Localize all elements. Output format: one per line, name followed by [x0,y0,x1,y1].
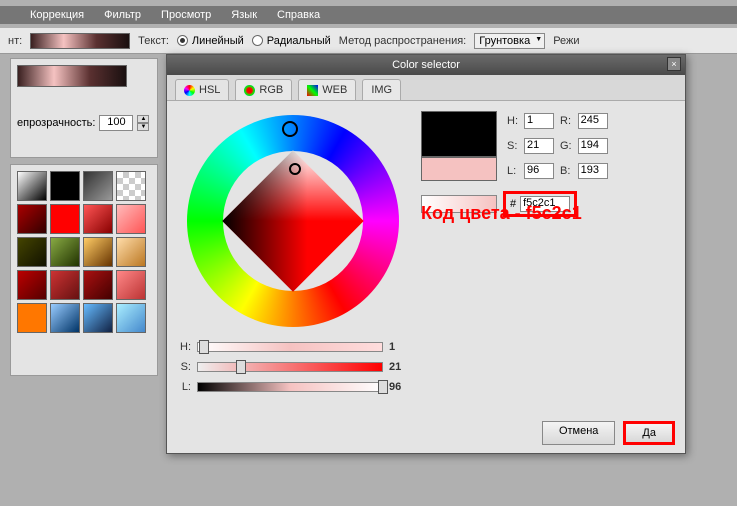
hue-marker[interactable] [282,121,298,137]
swatch[interactable] [116,303,146,333]
gradient-preview[interactable] [30,33,130,49]
radio-linear[interactable] [177,35,188,46]
swatch[interactable] [116,204,146,234]
b-field-label: B: [560,165,572,177]
swatch[interactable] [83,303,113,333]
regime-label: Режи [553,35,579,47]
toolbar: нт: Текст: Линейный Радиальный Метод рас… [0,28,737,54]
opacity-input[interactable]: 100 [99,115,133,131]
gradient-panel: епрозрачность: 100 ▲▼ [10,58,158,158]
swatch[interactable] [50,171,80,201]
color-selector-dialog: Color selector × HSL RGB WEB IMG H: 1 S:… [166,54,686,454]
s-field[interactable]: 21 [524,138,554,154]
web-grid-icon [307,85,318,96]
rgb-icon [244,85,255,96]
radio-radial-group[interactable]: Радиальный [252,35,331,47]
h-slider-label: H: [177,341,191,353]
h-field-label: H: [507,115,518,127]
opacity-label: епрозрачность: [17,117,95,129]
swatch[interactable] [17,204,47,234]
menu-bar: Коррекция Фильтр Просмотр Язык Справка [0,6,737,24]
swatch[interactable] [50,204,80,234]
swatch[interactable] [116,237,146,267]
swatch[interactable] [83,204,113,234]
gradient-strip[interactable] [17,65,127,87]
swatch[interactable] [83,237,113,267]
menu-filter[interactable]: Фильтр [104,9,141,21]
ok-button[interactable]: Да [623,421,675,445]
r-field-label: R: [560,115,572,127]
h-slider[interactable] [197,342,383,352]
method-dropdown[interactable]: Грунтовка [474,33,545,49]
sl-marker[interactable] [289,163,301,175]
old-color-preview[interactable] [421,111,497,157]
new-color-preview[interactable] [421,157,497,181]
h-slider-value: 1 [389,341,409,353]
swatch[interactable] [83,171,113,201]
toolbar-nt-label: нт: [8,35,22,47]
menu-help[interactable]: Справка [277,9,320,21]
swatch[interactable] [116,171,146,201]
swatch-panel [10,164,158,376]
s-slider[interactable] [197,362,383,372]
dialog-titlebar[interactable]: Color selector × [167,55,685,75]
close-icon[interactable]: × [667,57,681,71]
dialog-right-column: H:1 R:245 S:21 G:194 L:96 B:193 # f5c2c1… [421,111,675,401]
s-slider-value: 21 [389,361,409,373]
tab-hsl[interactable]: HSL [175,79,229,100]
l-slider-value: 96 [389,381,409,393]
swatch[interactable] [50,303,80,333]
menu-view[interactable]: Просмотр [161,9,211,21]
dialog-title: Color selector [392,59,460,71]
g-field[interactable]: 194 [578,138,608,154]
swatch[interactable] [50,270,80,300]
s-slider-label: S: [177,361,191,373]
method-label: Метод распространения: [339,35,466,47]
radio-radial[interactable] [252,35,263,46]
l-slider[interactable] [197,382,383,392]
cancel-button[interactable]: Отмена [542,421,615,445]
dialog-tabs: HSL RGB WEB IMG [167,75,685,101]
opacity-spinner[interactable]: ▲▼ [137,115,149,131]
swatch[interactable] [83,270,113,300]
l-field[interactable]: 96 [524,163,554,179]
color-wheel[interactable] [187,115,399,327]
g-field-label: G: [560,140,572,152]
menu-correction[interactable]: Коррекция [30,9,84,21]
swatch[interactable] [50,237,80,267]
radio-linear-label: Линейный [192,35,244,47]
wheel-area: H: 1 S: 21 L: 96 [177,111,409,401]
value-grid: H: 1 R: 245 S: 21 G: 194 L: 96 B: 193 [507,111,608,181]
radio-radial-label: Радиальный [267,35,331,47]
tab-rgb[interactable]: RGB [235,79,292,100]
swatch[interactable] [17,270,47,300]
l-slider-label: L: [177,381,191,393]
radio-linear-group[interactable]: Линейный [177,35,244,47]
b-field[interactable]: 193 [578,163,608,179]
r-field[interactable]: 245 [578,113,608,129]
swatch[interactable] [17,171,47,201]
tab-img[interactable]: IMG [362,79,401,100]
tab-web[interactable]: WEB [298,79,356,100]
annotation-text: Код цвета - f5c2c1 [421,203,582,224]
text-label: Текст: [138,35,169,47]
s-field-label: S: [507,140,518,152]
swatch[interactable] [17,303,47,333]
swatch[interactable] [116,270,146,300]
menu-language[interactable]: Язык [231,9,257,21]
swatch[interactable] [17,237,47,267]
hsl-wheel-icon [184,85,195,96]
l-field-label: L: [507,165,518,177]
h-field[interactable]: 1 [524,113,554,129]
